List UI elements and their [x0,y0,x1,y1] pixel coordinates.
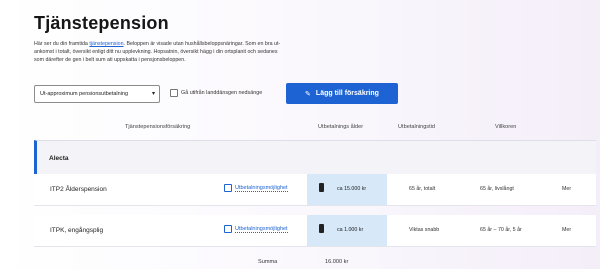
payout-time-value: 65 år, livslångt [480,186,514,192]
page-title: Tjänstepension [34,13,169,33]
intro-line3: som därefter de gen i belt sum ati uppsk… [34,57,186,63]
intro-line1-prefix: Här ser du din framtida [34,41,90,47]
pencil-icon: ✎ [305,90,311,98]
more-link[interactable]: Mer [562,227,571,233]
edit-payout-toggle[interactable]: Utbetalningsmöjlighet [224,184,288,192]
intro-tjanstepension-link[interactable]: tjänstepension [89,41,123,47]
sum-value: 16.000 kr [325,259,349,265]
payout-amount: ca 1.000 kr [337,227,364,233]
payout-select-value: Ut-approximum pensionsutbetalning [40,91,129,97]
column-header-payout-time: Utbetalningstid [398,124,436,130]
payout-age-value: Viktas snabb [409,227,440,233]
payout-select[interactable]: Ut-approximum pensionsutbetalning ▾ [34,85,160,103]
group-row-alecta: Alecta [34,140,596,174]
edit-checkbox-icon[interactable] [224,184,232,192]
add-insurance-button-label: Lägg till försäkring [315,90,379,97]
more-link[interactable]: Mer [562,186,571,192]
phone-icon [319,224,324,233]
add-insurance-button[interactable]: ✎ Lägg till försäkring [286,83,398,104]
table-row: ITP2 Ålderspension Utbetalningsmöjlighet… [34,174,596,206]
group-label: Alecta [49,155,69,162]
column-header-payout-age: Utbetalnings ålder [318,124,364,130]
sum-label: Summa [258,259,278,265]
edit-checkbox-icon[interactable] [224,225,232,233]
payout-amount: ca 15.000 kr [337,186,367,192]
column-header-insurance: Tjänstepensionsförsäkring [125,124,191,130]
edit-payout-toggle[interactable]: Utbetalningsmöjlighet [224,225,288,233]
insurance-name: ITPK, engångsplig [50,227,104,234]
intro-line1-suffix: . Beloppen är visade utan hushållsbelopp… [123,41,281,47]
column-header-terms: Villkoren [495,124,517,130]
edit-payout-label: Utbetalningsmöjlighet [235,184,288,192]
page-root: Tjänstepension Här ser du din framtida t… [0,0,600,269]
chevron-down-icon: ▾ [151,91,155,97]
phone-icon [319,183,324,192]
payout-amount-cell: ca 1.000 kr [307,215,387,246]
assumption-checkbox[interactable] [170,89,178,97]
payout-amount-cell: ca 15.000 kr [307,174,387,205]
intro-text: Här ser du din framtida tjänstepension. … [34,40,394,64]
payout-time-value: 65 år – 70 år, 5 år [480,227,522,233]
intro-line2: ankomst i totalt, översikt enligt ditt n… [34,49,278,55]
payout-age-value: 65 år, totalt [409,186,436,192]
table-row: ITPK, engångsplig Utbetalningsmöjlighet … [34,215,596,247]
assumption-checkbox-label: Gå utifrån landdänsgen nedsänge [181,90,263,96]
edit-payout-label: Utbetalningsmöjlighet [235,225,288,233]
assumption-checkbox-group[interactable]: Gå utifrån landdänsgen nedsänge [170,89,262,97]
insurance-name: ITP2 Ålderspension [50,186,107,193]
